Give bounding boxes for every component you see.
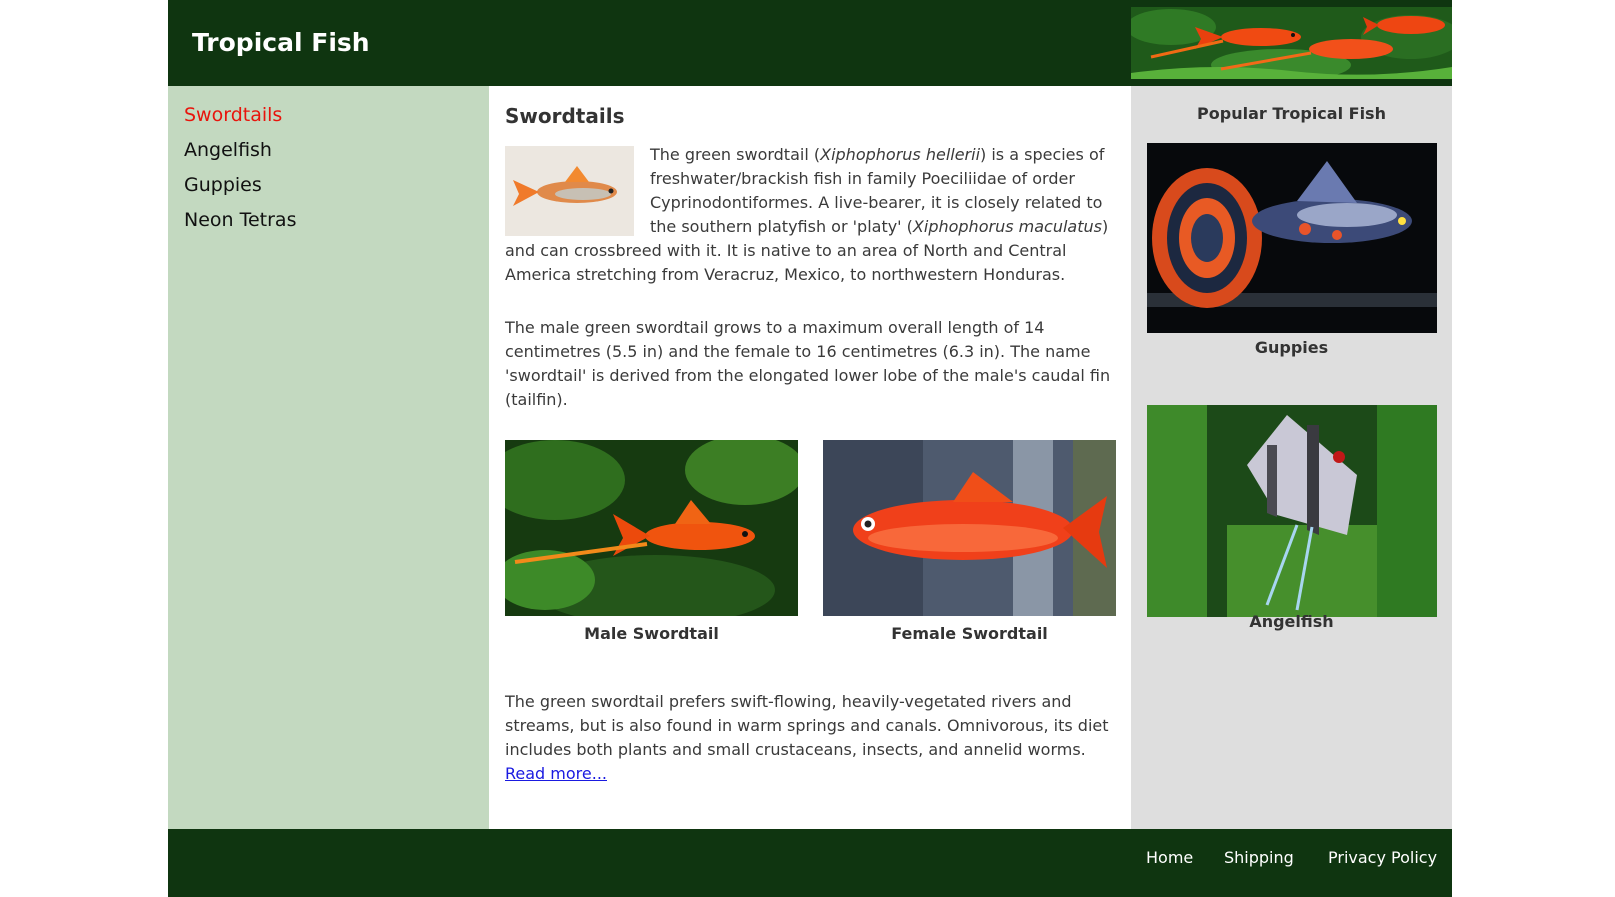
- scientific-name-hellerii: Xiphophorus hellerii: [820, 145, 981, 164]
- male-swordtail-image: [505, 440, 798, 616]
- nav-item-swordtails[interactable]: Swordtails: [184, 103, 282, 127]
- female-swordtail-caption: Female Swordtail: [891, 624, 1048, 643]
- intro-paragraph: The green swordtail (Xiphophorus helleri…: [505, 143, 1119, 287]
- main-content: Swordtails The green swordtail (Xiphopho…: [489, 86, 1131, 829]
- site-footer: Home Shipping Privacy Policy: [168, 829, 1452, 897]
- read-more-link[interactable]: Read more...: [505, 764, 607, 783]
- sidebar: Swordtails Angelfish Guppies Neon Tetras: [168, 86, 489, 829]
- guppy-image[interactable]: [1147, 143, 1437, 333]
- swordtail-thumbnail-image: [505, 146, 634, 236]
- guppies-caption[interactable]: Guppies: [1131, 337, 1452, 359]
- site-title: Tropical Fish: [192, 28, 370, 57]
- male-swordtail-caption: Male Swordtail: [584, 624, 719, 643]
- footer-link-shipping[interactable]: Shipping: [1224, 847, 1294, 869]
- article-heading: Swordtails: [505, 104, 625, 128]
- angelfish-image[interactable]: [1147, 405, 1437, 617]
- page: Tropical Fish Swordtails Angelfish Guppi…: [168, 0, 1452, 897]
- female-swordtail-image: [823, 440, 1116, 616]
- site-header: Tropical Fish: [168, 0, 1452, 86]
- footer-link-home[interactable]: Home: [1146, 847, 1193, 869]
- popular-fish-sidebar: Popular Tropical Fish Guppies Angelfish: [1131, 86, 1452, 829]
- intro-text-1: The green swordtail (: [650, 145, 821, 164]
- popular-fish-title: Popular Tropical Fish: [1197, 104, 1386, 123]
- habitat-paragraph: The green swordtail prefers swift-flowin…: [505, 690, 1119, 786]
- scientific-name-maculatus: Xiphophorus maculatus: [912, 217, 1102, 236]
- angelfish-caption[interactable]: Angelfish: [1131, 611, 1452, 633]
- length-paragraph: The male green swordtail grows to a maxi…: [505, 318, 1111, 409]
- nav-item-angelfish[interactable]: Angelfish: [184, 138, 272, 162]
- header-banner-image: [1131, 7, 1452, 79]
- nav-item-guppies[interactable]: Guppies: [184, 173, 262, 197]
- footer-link-privacy-policy[interactable]: Privacy Policy: [1328, 847, 1437, 869]
- habitat-text: The green swordtail prefers swift-flowin…: [505, 692, 1109, 759]
- nav-item-neon-tetras[interactable]: Neon Tetras: [184, 208, 296, 232]
